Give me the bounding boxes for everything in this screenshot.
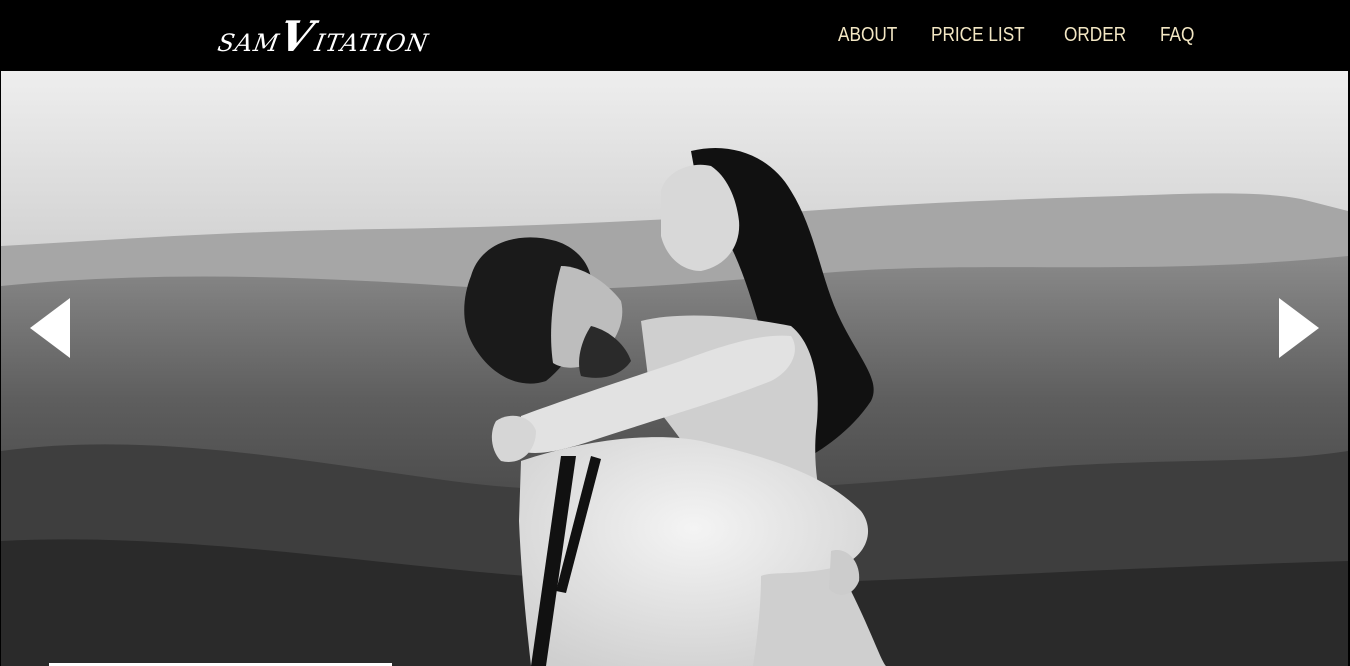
logo-text-part3: ITATION [312, 29, 431, 57]
hero-slider [1, 71, 1348, 666]
slider-next-button[interactable] [1279, 298, 1319, 358]
site-logo[interactable]: SAM V ITATION [215, 12, 431, 61]
nav-link-price-list[interactable]: PRICE LIST [931, 24, 1025, 47]
hero-photo [1, 71, 1348, 666]
main-nav: ABOUT PRICE LIST ORDER FAQ [838, 0, 1200, 70]
slider-prev-button[interactable] [30, 298, 70, 358]
nav-link-faq[interactable]: FAQ [1160, 24, 1194, 47]
nav-link-about[interactable]: ABOUT [838, 24, 897, 47]
nav-link-order[interactable]: ORDER [1064, 24, 1126, 47]
chevron-left-icon [30, 298, 70, 358]
chevron-right-icon [1279, 298, 1319, 358]
page: SAM V ITATION ABOUT PRICE LIST ORDER FAQ [0, 0, 1350, 666]
site-header: SAM V ITATION ABOUT PRICE LIST ORDER FAQ [0, 0, 1350, 70]
logo-text-part1: SAM [215, 29, 282, 57]
logo-text-part2: V [275, 12, 320, 61]
